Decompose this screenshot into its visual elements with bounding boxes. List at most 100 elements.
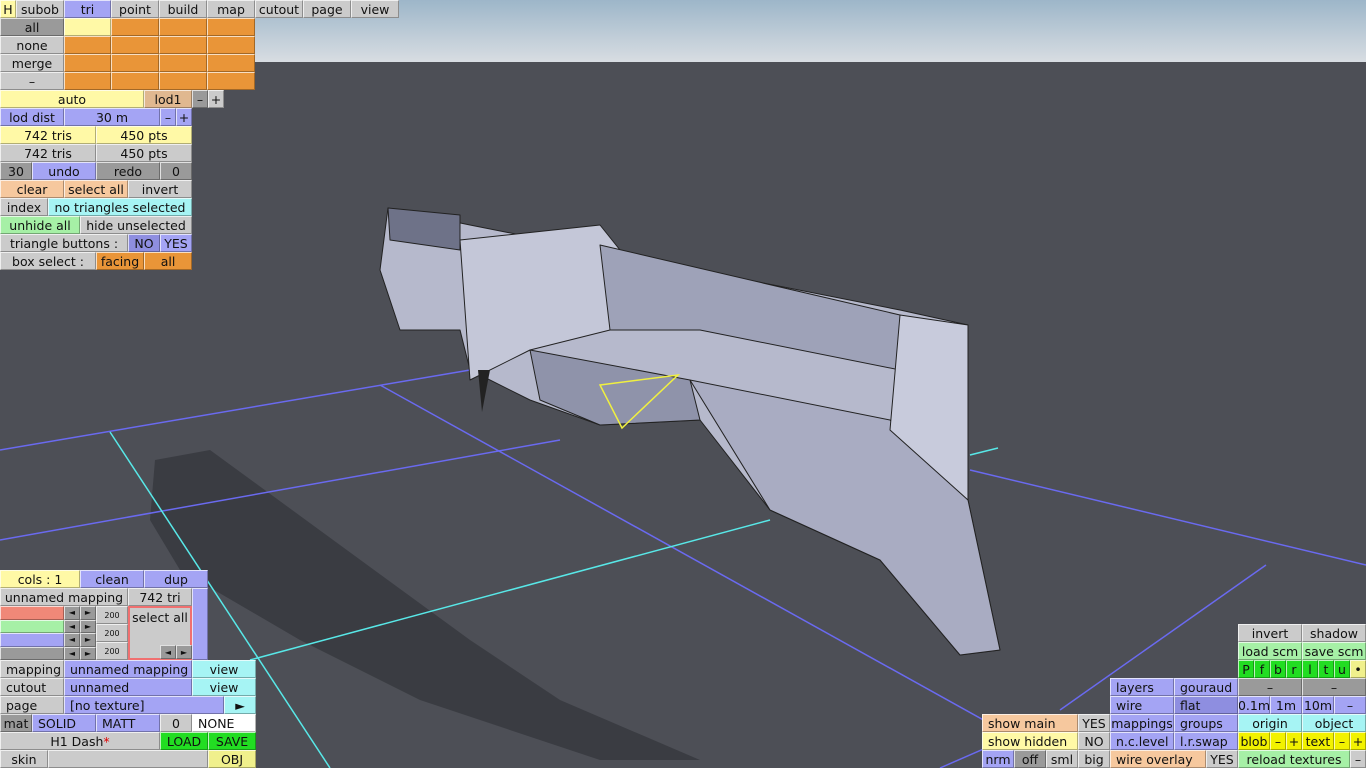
reload-minus[interactable]: –: [1350, 750, 1366, 768]
lr-swap-button[interactable]: l.r.swap: [1174, 732, 1238, 750]
object-button[interactable]: object: [1302, 714, 1366, 732]
file-name[interactable]: H1 Dash *: [0, 732, 160, 750]
reload-textures-button[interactable]: reload textures: [1238, 750, 1350, 768]
triangle-buttons-no[interactable]: NO: [128, 234, 160, 252]
view-P[interactable]: P: [1238, 660, 1254, 678]
view-f[interactable]: f: [1254, 660, 1270, 678]
mapping-view-button[interactable]: view: [192, 660, 256, 678]
wire-overlay-button[interactable]: wire overlay: [1110, 750, 1206, 768]
origin-button[interactable]: origin: [1238, 714, 1302, 732]
select-cell-1-1[interactable]: [111, 36, 159, 54]
none-field[interactable]: NONE: [192, 714, 256, 732]
wire-overlay-toggle[interactable]: YES: [1206, 750, 1238, 768]
tab-tri[interactable]: tri: [64, 0, 111, 18]
text-minus[interactable]: –: [1334, 732, 1350, 750]
obj-button[interactable]: OBJ: [208, 750, 256, 768]
lod-minus[interactable]: –: [192, 90, 208, 108]
select-cell-0-3[interactable]: [207, 18, 255, 36]
color-slider-1[interactable]: [0, 606, 64, 620]
show-main-button[interactable]: show main: [982, 714, 1078, 732]
index-button[interactable]: index: [0, 198, 48, 216]
color-slider-3[interactable]: [0, 633, 64, 647]
select-cell-2-3[interactable]: [207, 54, 255, 72]
mat-button[interactable]: mat: [0, 714, 32, 732]
undo-button[interactable]: undo: [32, 162, 96, 180]
blob-minus[interactable]: –: [1270, 732, 1286, 750]
flat-button[interactable]: flat: [1174, 696, 1238, 714]
big-button[interactable]: big: [1078, 750, 1110, 768]
text-button[interactable]: text: [1302, 732, 1334, 750]
blob-plus[interactable]: +: [1286, 732, 1302, 750]
pts-count-total[interactable]: 450 pts: [96, 144, 192, 162]
groups-button[interactable]: groups: [1174, 714, 1238, 732]
tab-build[interactable]: build: [159, 0, 207, 18]
shadow-button[interactable]: shadow: [1302, 624, 1366, 642]
show-hidden-toggle[interactable]: NO: [1078, 732, 1110, 750]
view-b[interactable]: b: [1270, 660, 1286, 678]
show-main-toggle[interactable]: YES: [1078, 714, 1110, 732]
save-button[interactable]: SAVE: [208, 732, 256, 750]
slider-right-4[interactable]: ►: [80, 646, 96, 660]
tab-page[interactable]: page: [303, 0, 351, 18]
tab-cutout[interactable]: cutout: [255, 0, 303, 18]
layers-button[interactable]: layers: [1110, 678, 1174, 696]
color-slider-4[interactable]: [0, 646, 64, 660]
clean-button[interactable]: clean: [80, 570, 144, 588]
tris-count[interactable]: 742 tris: [0, 126, 96, 144]
slider-left-1[interactable]: ◄: [64, 606, 80, 620]
lod-plus[interactable]: +: [208, 90, 224, 108]
grid-1m[interactable]: 1m: [1270, 696, 1302, 714]
select-cell-1-2[interactable]: [159, 36, 207, 54]
lod-select[interactable]: lod1: [144, 90, 192, 108]
load-button[interactable]: LOAD: [160, 732, 208, 750]
cols-button[interactable]: cols : 1: [0, 570, 80, 588]
tab-view[interactable]: view: [351, 0, 399, 18]
select-cell-2-2[interactable]: [159, 54, 207, 72]
mappings-button[interactable]: mappings: [1110, 714, 1174, 732]
dash-button[interactable]: –: [0, 72, 64, 90]
off-button[interactable]: off: [1014, 750, 1046, 768]
blob-button[interactable]: blob: [1238, 732, 1270, 750]
page-select[interactable]: [no texture]: [64, 696, 224, 714]
view-r[interactable]: r: [1286, 660, 1302, 678]
pts-count[interactable]: 450 pts: [96, 126, 192, 144]
tab-map[interactable]: map: [207, 0, 255, 18]
slider-value-2[interactable]: 200: [96, 624, 128, 642]
view-dot[interactable]: •: [1350, 660, 1366, 678]
mapping-name[interactable]: unnamed mapping: [0, 588, 128, 606]
dash-button-1[interactable]: –: [1238, 678, 1302, 696]
select-cell-3-1[interactable]: [111, 72, 159, 90]
wire-button[interactable]: wire: [1110, 696, 1174, 714]
grid-01m[interactable]: 0.1m: [1238, 696, 1270, 714]
box-select-all[interactable]: all: [144, 252, 192, 270]
redo-count[interactable]: 0: [160, 162, 192, 180]
gouraud-button[interactable]: gouraud: [1174, 678, 1238, 696]
select-cell-1-0[interactable]: [64, 36, 111, 54]
select-cell-1-3[interactable]: [207, 36, 255, 54]
merge-button[interactable]: merge: [0, 54, 64, 72]
select-all-tris-button[interactable]: select all: [64, 180, 128, 198]
auto-button[interactable]: auto: [0, 90, 144, 108]
matt-button[interactable]: MATT: [96, 714, 160, 732]
sml-button[interactable]: sml: [1046, 750, 1078, 768]
nc-level-button[interactable]: n.c.level: [1110, 732, 1174, 750]
view-l[interactable]: l: [1302, 660, 1318, 678]
grid-minus[interactable]: –: [1334, 696, 1366, 714]
slider-right-1[interactable]: ►: [80, 606, 96, 620]
cutout-select[interactable]: unnamed: [64, 678, 192, 696]
dup-button[interactable]: dup: [144, 570, 208, 588]
unhide-all-button[interactable]: unhide all: [0, 216, 80, 234]
lod-dist-plus[interactable]: +: [176, 108, 192, 126]
grid-10m[interactable]: 10m: [1302, 696, 1334, 714]
select-all-button[interactable]: all: [0, 18, 64, 36]
triangle-buttons-yes[interactable]: YES: [160, 234, 192, 252]
select-cell-2-1[interactable]: [111, 54, 159, 72]
slider-left-3[interactable]: ◄: [64, 633, 80, 647]
clear-button[interactable]: clear: [0, 180, 64, 198]
slider-left-4[interactable]: ◄: [64, 646, 80, 660]
undo-count[interactable]: 30: [0, 162, 32, 180]
selection-status[interactable]: no triangles selected: [48, 198, 192, 216]
tab-h[interactable]: H: [0, 0, 16, 18]
mapping-select[interactable]: unnamed mapping: [64, 660, 192, 678]
hide-unselected-button[interactable]: hide unselected: [80, 216, 192, 234]
